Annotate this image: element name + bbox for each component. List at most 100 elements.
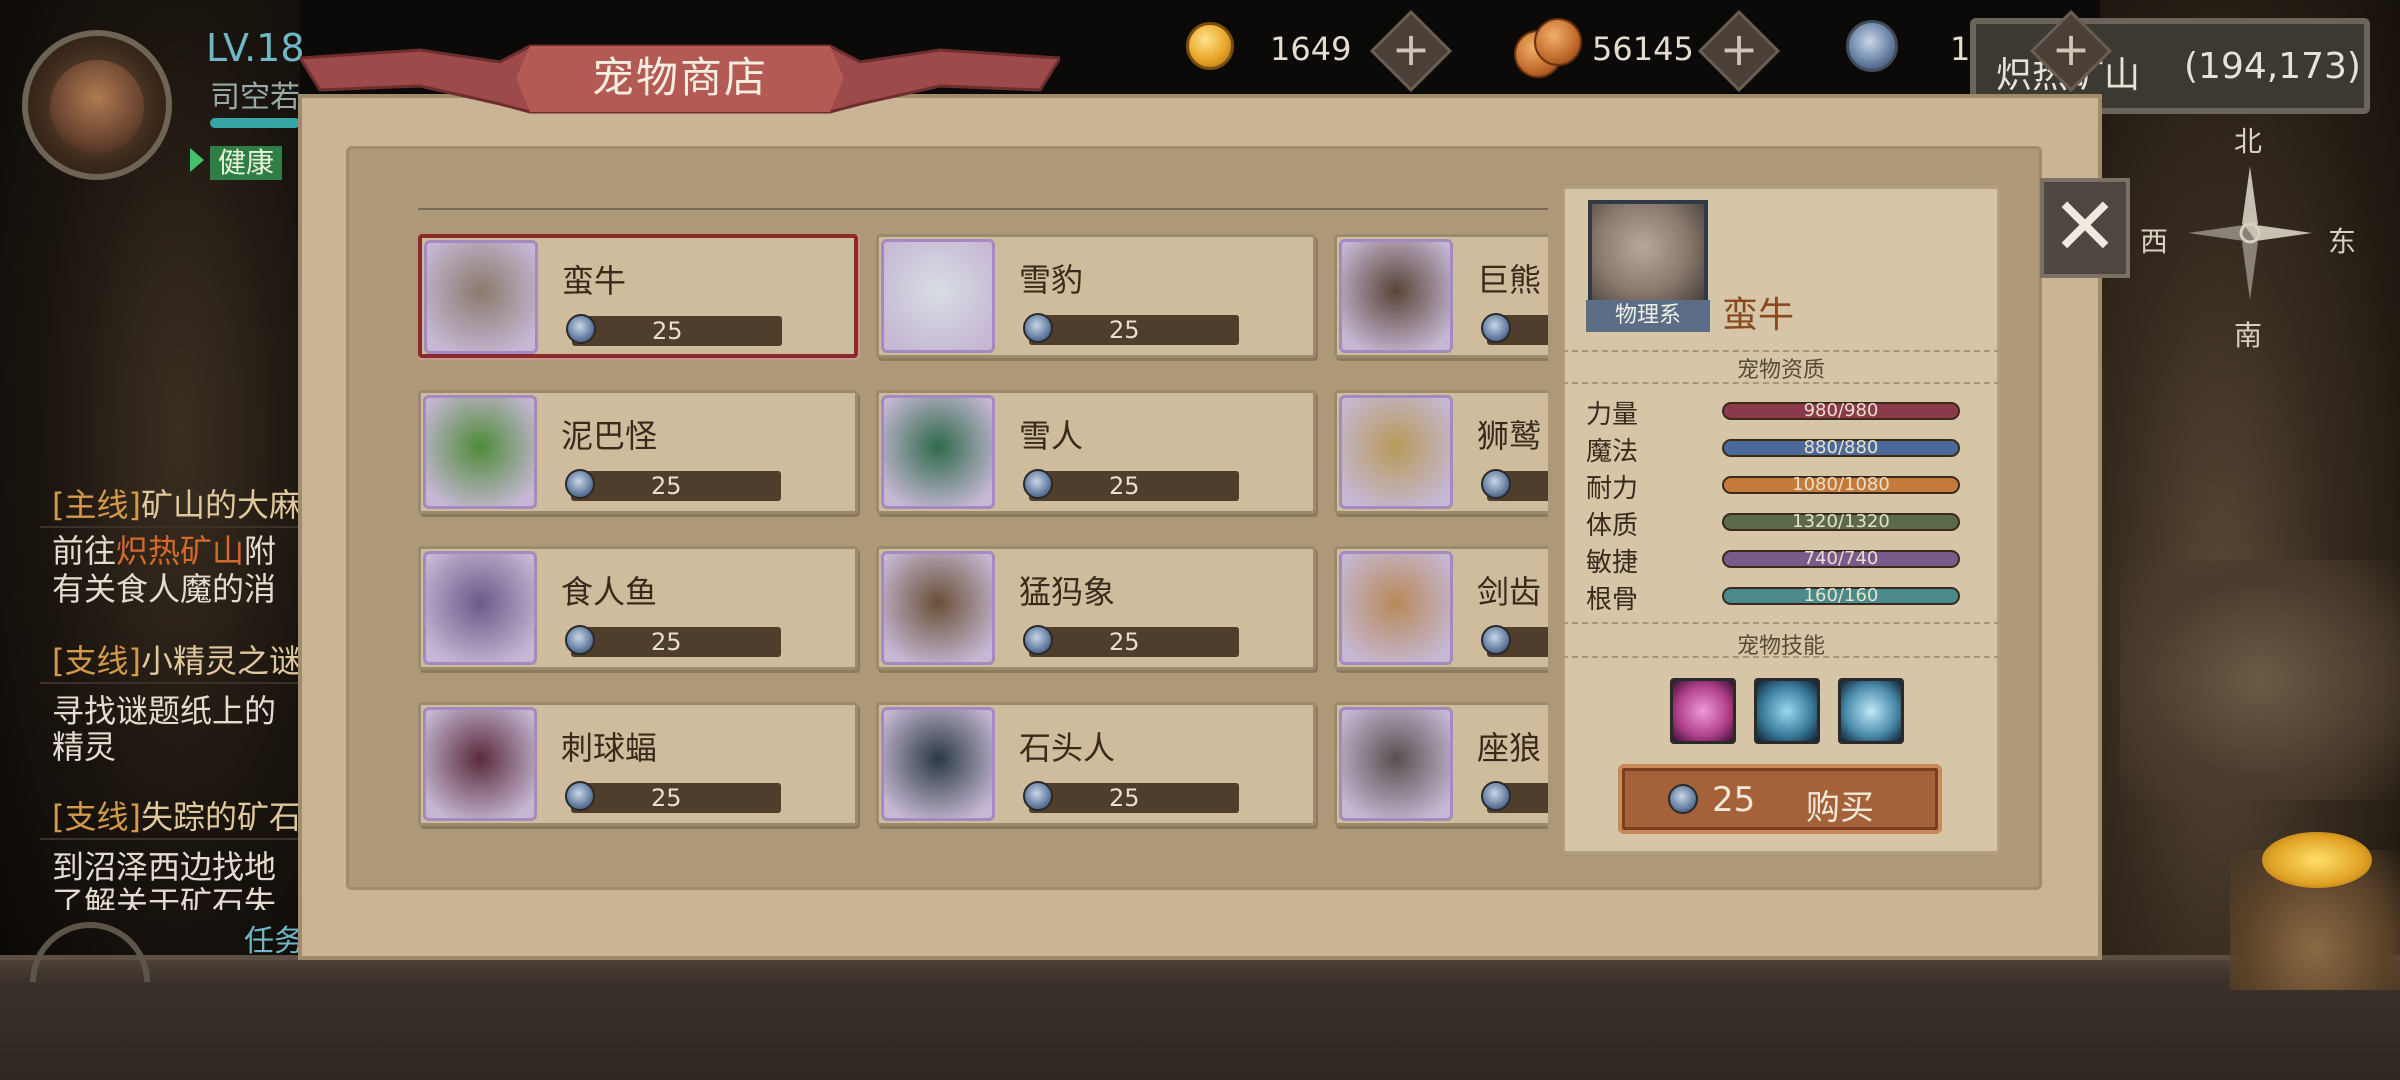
quest-name: 失踪的矿石: [140, 798, 301, 836]
plus-icon[interactable]: +: [1382, 20, 1440, 78]
pet-price: 25: [651, 784, 682, 812]
compass-north: 北: [2234, 125, 2263, 158]
pink-fist-skill-icon[interactable]: [1670, 678, 1736, 744]
stat-value: 1080/1080: [1792, 474, 1890, 495]
stat-label: 魔法: [1586, 437, 1639, 467]
stat-value: 1320/1320: [1792, 511, 1890, 532]
divider: [40, 682, 300, 684]
spirit-gem-icon: [1668, 784, 1698, 814]
quest-title[interactable]: [支线]小精灵之谜: [52, 636, 301, 682]
pet-portrait[interactable]: [423, 395, 537, 509]
quest-name: 矿山的大麻: [140, 486, 301, 524]
pet-name: 猛犸象: [1019, 573, 1116, 611]
pet-price: 25: [652, 317, 683, 345]
pet-card[interactable]: 雪豹 25: [876, 234, 1316, 358]
close-icon[interactable]: ✕: [2040, 182, 2130, 272]
quest-description: 有关食人魔的消: [52, 570, 277, 608]
pet-name: 雪豹: [1019, 261, 1084, 299]
divider: [1562, 622, 2000, 625]
location-coordinates: (194,173): [2184, 46, 2361, 87]
quest-log: [主线]矿山的大麻 前往炽热矿山附 有关食人魔的消 [支线]小精灵之谜 寻找谜题…: [0, 470, 301, 960]
pet-price: 25: [651, 472, 682, 500]
quest-description: 前往炽热矿山附: [52, 532, 277, 570]
shop-title: 宠物商店: [591, 53, 768, 102]
claw-slash-skill-icon[interactable]: [1838, 678, 1904, 744]
pet-name: 巨熊: [1477, 261, 1542, 299]
compass-south: 南: [2234, 319, 2263, 352]
task-label[interactable]: 任务: [244, 916, 304, 960]
pet-card[interactable]: 雪人 25: [876, 390, 1316, 514]
spirit-gem-icon: [1846, 20, 1898, 72]
spirit-gem-icon: [1481, 625, 1511, 655]
status-arrow-icon: [190, 148, 204, 172]
quest-tag: [支线]: [52, 642, 141, 680]
buy-label[interactable]: 购买: [1806, 780, 1874, 829]
pet-class-badge: 物理系: [1586, 300, 1710, 332]
pet-portrait[interactable]: [423, 551, 537, 665]
pet-portrait[interactable]: [423, 707, 537, 821]
pet-card[interactable]: 座狼25: [1334, 702, 1548, 826]
pet-card[interactable]: 蛮牛 25: [418, 234, 858, 358]
spirit-gem-icon: [1023, 469, 1053, 499]
gold-amount: 1649: [1270, 30, 1352, 68]
pet-card[interactable]: 泥巴怪 25: [418, 390, 858, 514]
quest-title[interactable]: [支线]失踪的矿石: [52, 792, 301, 838]
player-avatar[interactable]: [50, 60, 144, 154]
stats-header: 宠物资质: [1736, 358, 1825, 383]
pet-portrait[interactable]: [881, 551, 995, 665]
quest-title[interactable]: [主线]矿山的大麻: [52, 480, 301, 526]
buy-button[interactable]: [1618, 764, 1942, 834]
gold-pile-icon: [2262, 832, 2372, 888]
stat-label: 体质: [1586, 511, 1639, 541]
pet-portrait[interactable]: [1339, 239, 1453, 353]
stat-label: 敏捷: [1586, 548, 1639, 578]
divider: [1562, 382, 2000, 385]
pet-name: 刺球蝠: [561, 729, 658, 767]
pet-card[interactable]: 剑齿25: [1334, 546, 1548, 670]
pet-card[interactable]: 猛犸象 25: [876, 546, 1316, 670]
pet-price: 25: [1109, 628, 1140, 656]
spirit-gem-icon: [1481, 781, 1511, 811]
pet-portrait[interactable]: [1339, 395, 1453, 509]
compass-west: 西: [2140, 225, 2169, 258]
pet-card[interactable]: 巨熊25: [1334, 234, 1548, 358]
pet-price: 25: [1109, 472, 1140, 500]
spirit-gem-icon: [1023, 781, 1053, 811]
pet-card[interactable]: 狮鹫25: [1334, 390, 1548, 514]
player-health-bar: [210, 118, 300, 128]
quest-tag: [支线]: [52, 798, 141, 836]
pet-name: 狮鹫: [1477, 417, 1542, 455]
buy-price[interactable]: 25: [1712, 780, 1755, 820]
pet-portrait[interactable]: [1339, 707, 1453, 821]
quest-description: 精灵: [52, 728, 117, 766]
divider: [40, 838, 300, 840]
pet-card[interactable]: 刺球蝠 25: [418, 702, 858, 826]
divider: [40, 526, 300, 528]
stat-label: 耐力: [1586, 474, 1639, 504]
spirit-gem-icon: [1481, 469, 1511, 499]
pet-price: 25: [651, 628, 682, 656]
pet-card[interactable]: 食人鱼 25: [418, 546, 858, 670]
quest-description: 到沼泽西边找地: [52, 848, 277, 886]
gold-coin-icon: [1186, 22, 1234, 70]
pet-price: 25: [1109, 784, 1140, 812]
divider: [1562, 656, 2000, 659]
spirit-gem-icon: [565, 625, 595, 655]
pet-portrait[interactable]: [424, 240, 538, 354]
player-name: 司空若: [210, 80, 300, 115]
pet-portrait[interactable]: [881, 395, 995, 509]
pet-name: 座狼: [1477, 729, 1542, 767]
pet-card[interactable]: 石头人 25: [876, 702, 1316, 826]
player-status-badge: 健康: [210, 146, 283, 180]
plus-icon[interactable]: +: [2042, 20, 2100, 78]
pet-portrait[interactable]: [1339, 551, 1453, 665]
plus-icon[interactable]: +: [1710, 20, 1768, 78]
spirit-gem-icon: [1481, 313, 1511, 343]
divider: [418, 208, 1548, 210]
bottom-bar: [0, 960, 2400, 1080]
ice-crystal-skill-icon[interactable]: [1754, 678, 1820, 744]
pet-portrait[interactable]: [881, 239, 995, 353]
stat-label: 力量: [1586, 400, 1639, 430]
pet-portrait[interactable]: [881, 707, 995, 821]
stat-value: 980/980: [1803, 400, 1879, 421]
